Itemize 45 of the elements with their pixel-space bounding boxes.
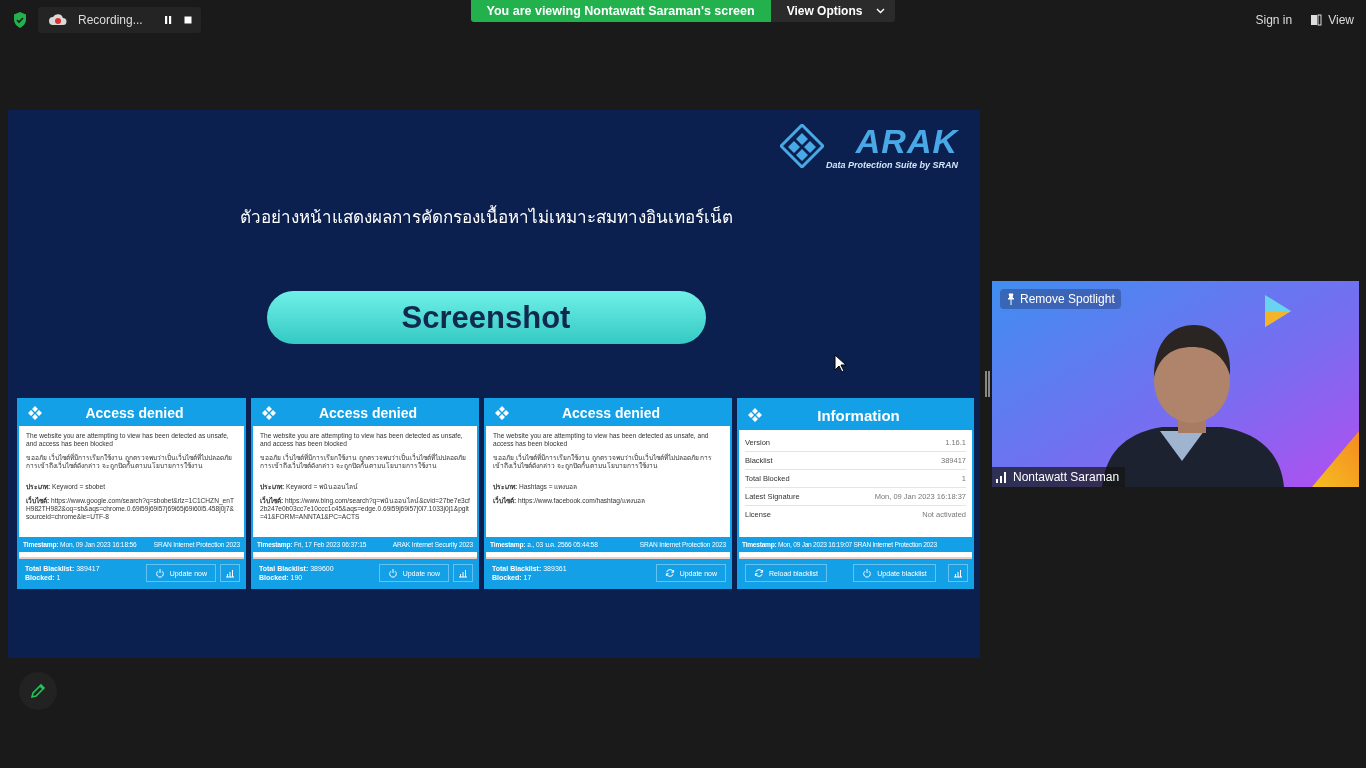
diamond-logo-icon [261,405,277,421]
power-icon [862,568,873,578]
recording-label: Recording... [78,13,143,27]
stats-button[interactable] [220,564,240,582]
security-shield-icon[interactable] [12,11,28,29]
stats-button[interactable] [453,564,473,582]
screenshot-heading: Screenshot [266,291,706,344]
bar-chart-icon [225,568,235,578]
participant-name: Nontawatt Saraman [1013,470,1120,484]
sign-in-button[interactable]: Sign in [1255,13,1293,27]
power-icon [154,568,165,578]
arak-logo-icon [779,124,824,168]
remove-spotlight-button[interactable]: Remove Spotlight [1000,289,1121,309]
logo-wordmark: ARAK [855,124,958,158]
bar-chart-icon [953,568,963,578]
view-options-button[interactable]: View Options [770,0,896,22]
slide-title: ตัวอย่างหน้าแสดงผลการคัดกรองเนื้อหาไม่เหมาะสมทางอินเทอร์เน็ต [239,203,733,230]
view-button[interactable]: View [1310,13,1354,27]
viewing-banner: You are viewing Nontawatt Saraman's screen [470,0,771,22]
diamond-logo-icon [27,405,43,421]
signal-bars-icon [995,471,1009,483]
stop-icon [182,15,193,25]
diamond-logo-icon [747,407,763,423]
card-title: Access denied [560,405,662,421]
stats-button[interactable] [948,564,968,582]
card-title: Access denied [317,405,419,421]
pencil-icon [29,682,47,700]
pause-icon [162,15,173,25]
diamond-logo-icon [494,405,510,421]
pin-icon [1006,293,1016,305]
stop-button[interactable] [182,15,193,25]
annotate-button[interactable] [19,672,57,710]
card-title: Information [816,406,901,424]
card-title: Access denied [84,405,185,421]
refresh-icon [664,568,675,578]
chevron-down-icon [876,8,886,14]
resize-handle[interactable] [985,371,987,397]
mouse-cursor-icon [834,354,846,373]
power-icon [387,568,398,578]
bar-chart-icon [458,568,468,578]
refresh-icon [754,568,764,578]
cloud-record-icon [48,13,68,27]
logo-tagline: Data Protection Suite by SRAN [825,160,958,170]
pause-button[interactable] [162,15,173,25]
layout-icon [1310,14,1323,26]
